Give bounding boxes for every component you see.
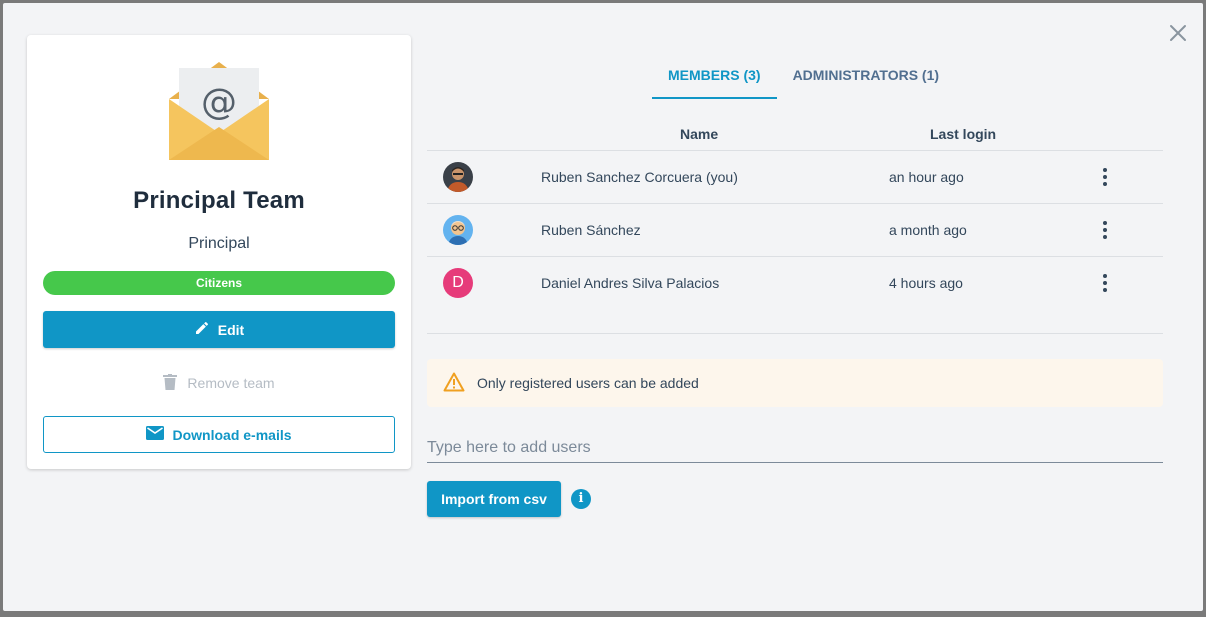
table-row: D Daniel Andres Silva Palacios 4 hours a… [427,257,1163,310]
more-options-icon[interactable] [1095,271,1115,295]
trash-icon [163,373,178,393]
member-name: Ruben Sanchez Corcuera (you) [541,169,738,185]
member-name: Daniel Andres Silva Palacios [541,275,720,291]
add-users-input[interactable] [427,433,1163,463]
import-csv-button[interactable]: Import from csv [427,481,561,517]
remove-team-label: Remove team [187,375,275,391]
member-last-login: a month ago [889,222,967,238]
table-row: Ruben Sánchez a month ago [427,204,1163,257]
more-options-icon[interactable] [1095,218,1115,242]
member-last-login: an hour ago [889,169,964,185]
download-emails-button[interactable]: Download e-mails [43,416,395,453]
status-badge: Citizens [43,271,395,295]
info-icon[interactable]: i [571,489,591,509]
tab-administrators[interactable]: ADMINISTRATORS (1) [777,63,955,99]
members-table: Name Last login Ruben Sanchez Corcuera (… [427,119,1163,310]
close-icon[interactable] [1166,21,1190,45]
team-subtitle: Principal [188,235,250,252]
svg-text:@: @ [201,82,237,123]
download-emails-label: Download e-mails [172,426,292,443]
remove-team-button[interactable]: Remove team [43,369,395,397]
table-header: Name Last login [427,119,1163,151]
team-title: Principal Team [133,187,305,214]
warning-alert: Only registered users can be added [427,359,1163,407]
table-row: Ruben Sanchez Corcuera (you) an hour ago [427,151,1163,204]
team-modal: @ Principal Team Principal Citizens Edit [3,3,1203,611]
team-card: @ Principal Team Principal Citizens Edit [27,35,411,469]
envelope-icon: @ [168,59,270,161]
warning-text: Only registered users can be added [477,375,699,391]
avatar [443,215,473,245]
divider [427,333,1163,334]
column-header-name: Name [680,126,719,142]
warning-icon [443,372,465,395]
member-last-login: 4 hours ago [889,275,963,291]
tab-bar: MEMBERS (3) ADMINISTRATORS (1) [652,63,955,101]
pencil-icon [194,320,210,339]
mail-icon [146,426,165,443]
more-options-icon[interactable] [1095,165,1115,189]
edit-button[interactable]: Edit [43,311,395,348]
member-name: Ruben Sánchez [541,222,641,238]
avatar [443,162,473,192]
tab-members[interactable]: MEMBERS (3) [652,63,777,99]
column-header-last-login: Last login [930,126,997,142]
edit-label: Edit [217,321,245,338]
avatar: D [443,268,473,298]
